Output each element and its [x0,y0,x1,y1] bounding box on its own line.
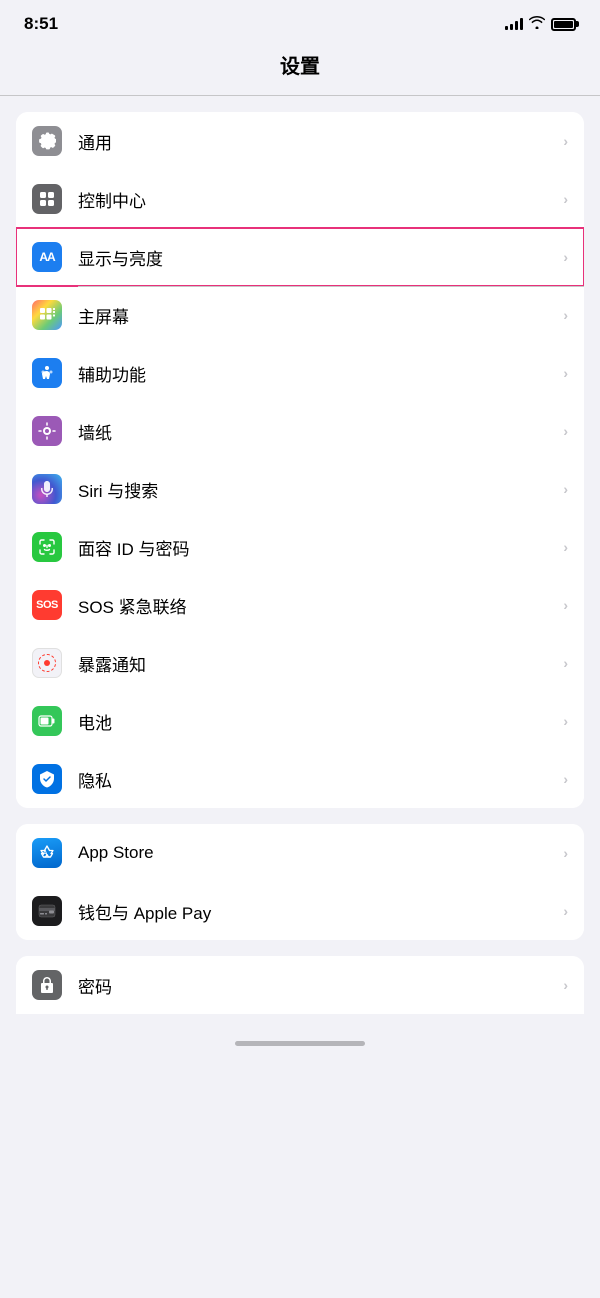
control-icon [32,184,62,214]
settings-section-2: A App Store › 钱包与 Apple Pay › [16,824,584,940]
status-bar: 8:51 [0,0,600,42]
wallpaper-label: 墙纸 [78,419,563,444]
wallet-chevron: › [563,903,568,919]
display-icon: AA [32,242,62,272]
sos-label: SOS 紧急联络 [78,593,563,618]
wallpaper-icon [32,416,62,446]
settings-item-wallet[interactable]: 钱包与 Apple Pay › [16,882,584,940]
settings-item-faceid[interactable]: 面容 ID 与密码 › [16,518,584,576]
settings-item-exposure[interactable]: 暴露通知 › [16,634,584,692]
settings-item-battery[interactable]: 电池 › [16,692,584,750]
settings-item-sos[interactable]: SOS SOS 紧急联络 › [16,576,584,634]
password-label: 密码 [78,973,563,998]
privacy-chevron: › [563,771,568,787]
exposure-chevron: › [563,655,568,671]
sos-icon: SOS [32,590,62,620]
wallet-label: 钱包与 Apple Pay [78,899,563,924]
settings-section-3: 密码 › [16,956,584,1014]
password-icon [32,970,62,1000]
general-label: 通用 [78,129,563,154]
accessibility-icon [32,358,62,388]
status-time: 8:51 [24,14,58,34]
settings-item-siri[interactable]: Siri 与搜索 › [16,460,584,518]
sos-chevron: › [563,597,568,613]
siri-icon [32,474,62,504]
faceid-label: 面容 ID 与密码 [78,535,563,560]
signal-icon [505,18,523,30]
battery-settings-icon [32,706,62,736]
appstore-label: App Store [78,843,563,863]
battery-icon [551,18,576,31]
wallpaper-chevron: › [563,423,568,439]
accessibility-chevron: › [563,365,568,381]
settings-item-general[interactable]: 通用 › [16,112,584,170]
homescreen-icon [32,300,62,330]
settings-item-control[interactable]: 控制中心 › [16,170,584,228]
appstore-icon: A [32,838,62,868]
control-label: 控制中心 [78,187,563,212]
wifi-icon [529,16,545,32]
appstore-chevron: › [563,845,568,861]
exposure-dot [38,654,56,672]
privacy-label: 隐私 [78,767,563,792]
settings-item-accessibility[interactable]: 辅助功能 › [16,344,584,402]
home-indicator [235,1041,365,1046]
accessibility-label: 辅助功能 [78,361,563,386]
display-chevron: › [563,249,568,265]
homescreen-chevron: › [563,307,568,323]
siri-chevron: › [563,481,568,497]
sos-text-label: SOS [36,599,58,611]
battery-chevron: › [563,713,568,729]
svg-text:A: A [43,850,48,857]
siri-label: Siri 与搜索 [78,477,563,502]
settings-item-display[interactable]: AA 显示与亮度 › [16,228,584,286]
settings-section-1: 通用 › 控制中心 › AA 显示与亮度 › [16,112,584,808]
faceid-chevron: › [563,539,568,555]
settings-item-homescreen[interactable]: 主屏幕 › [16,286,584,344]
general-chevron: › [563,133,568,149]
settings-item-appstore[interactable]: A App Store › [16,824,584,882]
settings-item-wallpaper[interactable]: 墙纸 › [16,402,584,460]
battery-label: 电池 [78,709,563,734]
control-chevron: › [563,191,568,207]
general-icon [32,126,62,156]
homescreen-label: 主屏幕 [78,303,563,328]
page-title: 设置 [0,42,600,95]
display-label: 显示与亮度 [78,245,563,270]
wallet-icon [32,896,62,926]
password-chevron: › [563,977,568,993]
status-icons [505,16,576,32]
exposure-icon [32,648,62,678]
settings-item-password[interactable]: 密码 › [16,956,584,1014]
settings-item-privacy[interactable]: 隐私 › [16,750,584,808]
faceid-icon [32,532,62,562]
exposure-label: 暴露通知 [78,651,563,676]
privacy-icon [32,764,62,794]
